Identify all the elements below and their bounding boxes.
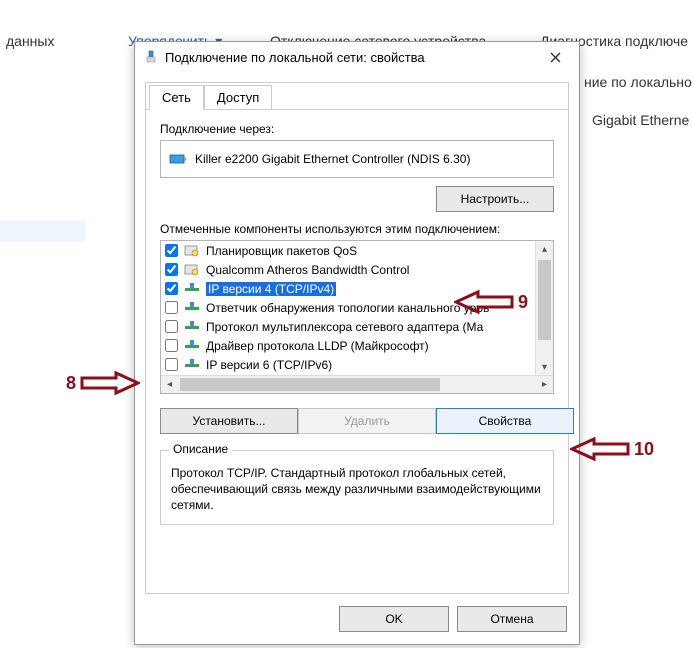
component-checkbox[interactable] xyxy=(165,358,178,371)
properties-button[interactable]: Свойства xyxy=(436,408,574,434)
protocol-icon xyxy=(184,320,200,333)
protocol-icon xyxy=(184,358,200,371)
protocol-icon xyxy=(184,339,200,352)
annotation-10: 10 xyxy=(570,436,654,462)
component-label: Qualcomm Atheros Bandwidth Control xyxy=(206,263,409,277)
ok-button[interactable]: OK xyxy=(339,606,449,632)
component-checkbox[interactable] xyxy=(165,263,178,276)
adapter-box[interactable]: Killer e2200 Gigabit Ethernet Controller… xyxy=(160,140,554,178)
component-label: Ответчик обнаружения топологии канальног… xyxy=(206,301,489,315)
components-listbox[interactable]: Планировщик пакетов QoS Qualcomm Atheros … xyxy=(160,240,554,394)
arrow-left-icon xyxy=(454,289,514,315)
tab-access[interactable]: Доступ xyxy=(204,85,272,110)
component-label: IP версии 4 (TCP/IPv4) xyxy=(206,282,336,296)
dialog-titlebar: Подключение по локальной сети: свойства xyxy=(135,42,579,72)
components-label: Отмеченные компоненты используются этим … xyxy=(160,222,554,236)
nic-icon xyxy=(169,152,187,166)
property-sheet: Сеть Доступ Подключение через: Killer e2… xyxy=(145,82,569,594)
list-item[interactable]: Qualcomm Atheros Bandwidth Control xyxy=(161,260,536,279)
component-label: IP версии 6 (TCP/IPv6) xyxy=(206,358,332,372)
service-icon xyxy=(184,244,200,257)
component-checkbox[interactable] xyxy=(165,282,178,295)
description-groupbox: Описание Протокол TCP/IP. Стандартный пр… xyxy=(160,450,554,525)
bg-line-1: ние по локально xyxy=(584,74,692,90)
network-adapter-icon xyxy=(143,49,159,65)
vertical-scrollbar[interactable]: ▴ ▾ xyxy=(535,241,553,376)
description-text: Протокол TCP/IP. Стандартный протокол гл… xyxy=(171,465,543,514)
tab-network[interactable]: Сеть xyxy=(149,85,204,110)
connect-via-label: Подключение через: xyxy=(160,122,554,136)
tab-body-network: Подключение через: Killer e2200 Gigabit … xyxy=(146,109,568,593)
service-icon xyxy=(184,263,200,276)
annotation-9: 9 xyxy=(454,289,528,315)
scroll-thumb[interactable] xyxy=(538,260,551,340)
component-label: Протокол мультиплексора сетевого адаптер… xyxy=(206,320,483,334)
arrow-left-icon xyxy=(570,436,630,462)
close-button[interactable] xyxy=(535,43,575,71)
component-checkbox[interactable] xyxy=(165,339,178,352)
protocol-icon xyxy=(184,282,200,295)
list-item[interactable]: IP версии 6 (TCP/IPv6) xyxy=(161,355,536,374)
annotation-8: 8 xyxy=(66,370,140,396)
component-label: Планировщик пакетов QoS xyxy=(206,244,357,258)
tabstrip: Сеть Доступ xyxy=(149,85,568,110)
list-item[interactable]: Протокол мультиплексора сетевого адаптер… xyxy=(161,317,536,336)
connection-properties-dialog: Подключение по локальной сети: свойства … xyxy=(134,41,580,645)
component-checkbox[interactable] xyxy=(165,244,178,257)
component-checkbox[interactable] xyxy=(165,301,178,314)
scroll-up-icon[interactable]: ▴ xyxy=(536,241,553,258)
list-item[interactable]: Драйвер протокола LLDP (Майкрософт) xyxy=(161,336,536,355)
component-checkbox[interactable] xyxy=(165,320,178,333)
dialog-title: Подключение по локальной сети: свойства xyxy=(165,50,425,65)
close-icon xyxy=(550,52,561,63)
bg-line-2: Gigabit Etherne xyxy=(592,112,689,128)
groupbox-title: Описание xyxy=(169,442,232,456)
scroll-down-icon[interactable]: ▾ xyxy=(536,359,553,376)
remove-button: Удалить xyxy=(298,408,436,434)
bg-text-data: данных xyxy=(6,33,54,49)
hscroll-thumb[interactable] xyxy=(180,378,440,391)
adapter-name: Killer e2200 Gigabit Ethernet Controller… xyxy=(195,152,470,166)
cancel-button[interactable]: Отмена xyxy=(457,606,567,632)
component-label: Драйвер протокола LLDP (Майкрософт) xyxy=(206,339,429,353)
scroll-right-icon[interactable]: ▸ xyxy=(536,376,553,393)
configure-button[interactable]: Настроить... xyxy=(436,186,554,212)
horizontal-scrollbar[interactable]: ◂ ▸ xyxy=(161,375,553,393)
list-item[interactable]: Планировщик пакетов QoS xyxy=(161,241,536,260)
install-button[interactable]: Установить... xyxy=(160,408,298,434)
arrow-right-icon xyxy=(80,370,140,396)
protocol-icon xyxy=(184,301,200,314)
scroll-left-icon[interactable]: ◂ xyxy=(161,376,178,393)
